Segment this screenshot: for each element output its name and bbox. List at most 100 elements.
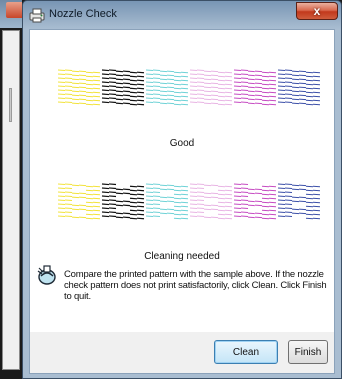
finish-button[interactable]: Finish bbox=[288, 340, 328, 364]
cleaning-needed-pattern-image bbox=[58, 183, 320, 220]
titlebar[interactable]: Nozzle Check x bbox=[23, 1, 341, 29]
pattern-line bbox=[58, 203, 66, 206]
pattern-line bbox=[136, 213, 145, 216]
pattern-line bbox=[233, 85, 242, 88]
pattern-line bbox=[85, 83, 94, 86]
instruction-text: Compare the printed pattern with the sam… bbox=[64, 269, 327, 302]
pattern-line bbox=[180, 189, 189, 192]
pattern-line bbox=[145, 187, 154, 190]
pattern-line bbox=[210, 192, 219, 195]
pattern-line bbox=[64, 211, 73, 214]
close-button[interactable]: x bbox=[296, 2, 338, 20]
pattern-line bbox=[261, 91, 270, 94]
pattern-line bbox=[173, 91, 182, 94]
clean-button[interactable]: Clean bbox=[214, 340, 278, 364]
pattern-line bbox=[284, 73, 293, 76]
pattern-line bbox=[233, 207, 242, 210]
pattern-line bbox=[217, 79, 226, 82]
pattern-line bbox=[277, 77, 286, 80]
pattern-line bbox=[173, 95, 182, 98]
pattern-line bbox=[64, 81, 73, 84]
pattern-line bbox=[298, 78, 307, 81]
pattern-line bbox=[224, 217, 233, 220]
pattern-block bbox=[145, 69, 189, 106]
pattern-line bbox=[268, 197, 277, 200]
pattern-line bbox=[261, 193, 270, 196]
pattern-line bbox=[254, 74, 263, 77]
pattern-line bbox=[136, 87, 145, 90]
pattern-line bbox=[291, 94, 300, 97]
pattern-line bbox=[240, 191, 249, 194]
pattern-line bbox=[71, 102, 80, 105]
pattern-line bbox=[189, 183, 198, 186]
pattern-line bbox=[312, 217, 320, 220]
pattern-line bbox=[312, 205, 320, 208]
pattern-line bbox=[180, 91, 189, 94]
pattern-line bbox=[312, 99, 320, 102]
pattern-line bbox=[166, 82, 175, 85]
pattern-line bbox=[71, 208, 80, 211]
pattern-line bbox=[196, 203, 205, 206]
cleaning-needed-pattern-sample bbox=[58, 180, 320, 222]
pattern-line bbox=[277, 93, 286, 96]
pattern-line bbox=[233, 89, 242, 92]
pattern-line bbox=[145, 199, 154, 202]
pattern-line bbox=[196, 191, 205, 194]
pattern-line bbox=[85, 217, 94, 220]
pattern-line bbox=[254, 90, 263, 93]
pattern-line bbox=[64, 85, 73, 88]
pattern-line bbox=[247, 98, 256, 101]
pattern-line bbox=[152, 69, 161, 72]
pattern-line bbox=[305, 75, 314, 78]
pattern-line bbox=[312, 201, 320, 204]
pattern-line bbox=[92, 185, 101, 188]
pattern-line bbox=[203, 216, 212, 219]
pattern-line bbox=[166, 200, 175, 203]
pattern-line bbox=[233, 215, 242, 218]
pattern-line bbox=[254, 102, 263, 105]
pattern-line bbox=[108, 97, 117, 100]
pattern-line bbox=[247, 212, 256, 215]
pattern-line bbox=[291, 74, 300, 77]
pattern-line bbox=[173, 99, 182, 102]
pattern-line bbox=[224, 83, 233, 86]
pattern-line bbox=[71, 196, 80, 199]
pattern-line bbox=[71, 82, 80, 85]
pattern-line bbox=[284, 195, 293, 198]
background-window-close-button[interactable] bbox=[6, 2, 22, 18]
pattern-line bbox=[180, 79, 189, 82]
pattern-line bbox=[240, 199, 249, 202]
pattern-line bbox=[152, 187, 161, 190]
pattern-line bbox=[240, 89, 249, 92]
pattern-line bbox=[64, 89, 73, 92]
pattern-line bbox=[254, 204, 263, 207]
pattern-line bbox=[189, 93, 198, 96]
pattern-line bbox=[58, 101, 66, 104]
finish-button-label: Finish bbox=[294, 346, 322, 358]
pattern-line bbox=[101, 203, 110, 206]
background-window-scrollbar[interactable] bbox=[9, 88, 12, 122]
pattern-line bbox=[101, 215, 110, 218]
pattern-line bbox=[305, 213, 314, 216]
pattern-line bbox=[166, 102, 175, 105]
pattern-line bbox=[305, 209, 314, 212]
pattern-line bbox=[196, 183, 205, 186]
pattern-block bbox=[233, 183, 277, 220]
pattern-line bbox=[101, 183, 110, 186]
pattern-line bbox=[78, 90, 87, 93]
pattern-line bbox=[298, 82, 307, 85]
pattern-line bbox=[189, 69, 198, 72]
pattern-line bbox=[173, 217, 182, 220]
pattern-line bbox=[196, 215, 205, 218]
pattern-line bbox=[261, 83, 270, 86]
pattern-line bbox=[64, 191, 73, 194]
pattern-line bbox=[217, 83, 226, 86]
pattern-line bbox=[122, 98, 131, 101]
pattern-line bbox=[291, 196, 300, 199]
pattern-line bbox=[64, 73, 73, 76]
pattern-line bbox=[101, 69, 110, 72]
pattern-line bbox=[189, 211, 198, 214]
pattern-line bbox=[312, 193, 320, 196]
pattern-line bbox=[284, 191, 293, 194]
pattern-line bbox=[210, 204, 219, 207]
